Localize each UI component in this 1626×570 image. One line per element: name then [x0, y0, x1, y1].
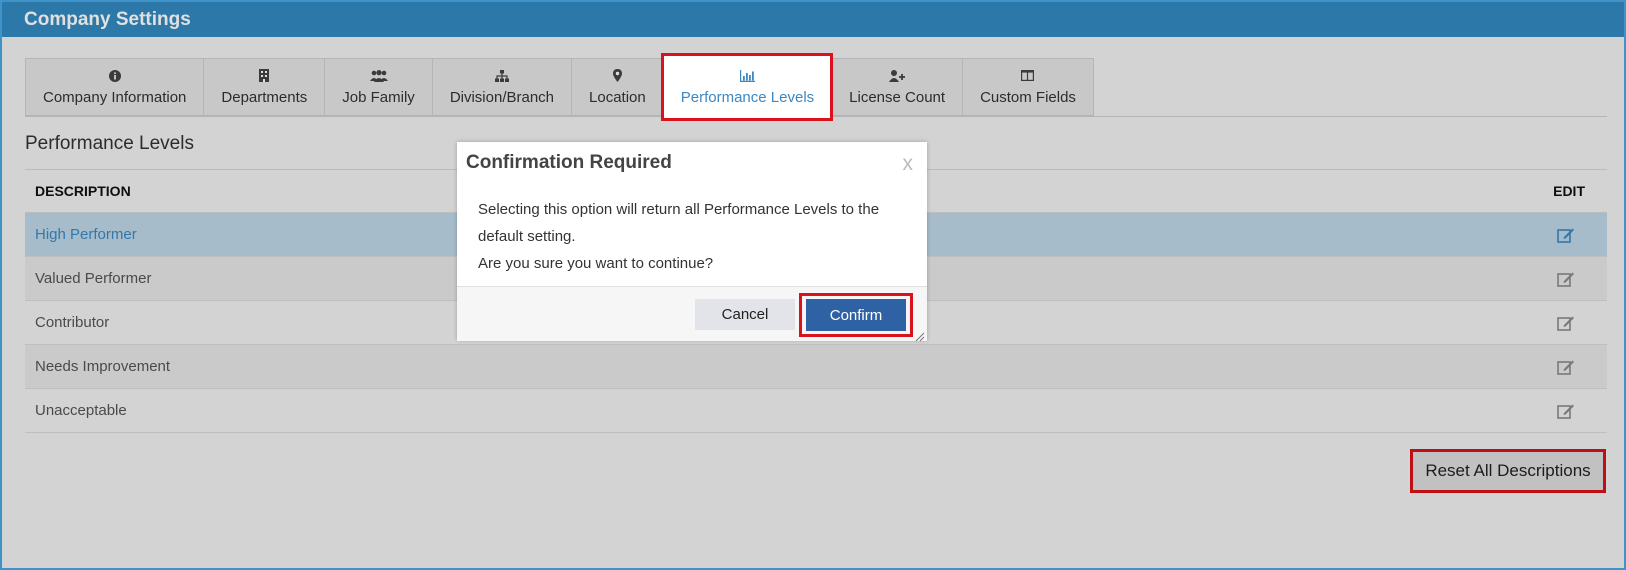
tab-performance-levels[interactable]: Performance Levels — [660, 53, 834, 121]
confirmation-dialog: Confirmation Required x Selecting this o… — [457, 142, 927, 342]
close-icon[interactable]: x — [903, 152, 914, 176]
dialog-message: Selecting this option will return all Pe… — [478, 196, 908, 277]
confirm-highlight: Confirm — [799, 293, 913, 337]
bar-chart-icon — [739, 69, 755, 83]
dialog-message-line: Are you sure you want to continue? — [478, 255, 714, 272]
dialog-title: Confirmation Required — [466, 152, 672, 173]
confirm-button[interactable]: Confirm — [806, 299, 906, 331]
resize-grip-icon[interactable] — [915, 329, 925, 342]
cancel-button[interactable]: Cancel — [695, 299, 795, 330]
dialog-footer: Cancel Confirm — [457, 286, 927, 342]
dialog-message-line: Selecting this option will return all Pe… — [478, 201, 880, 245]
tab-label: Performance Levels — [680, 88, 815, 106]
